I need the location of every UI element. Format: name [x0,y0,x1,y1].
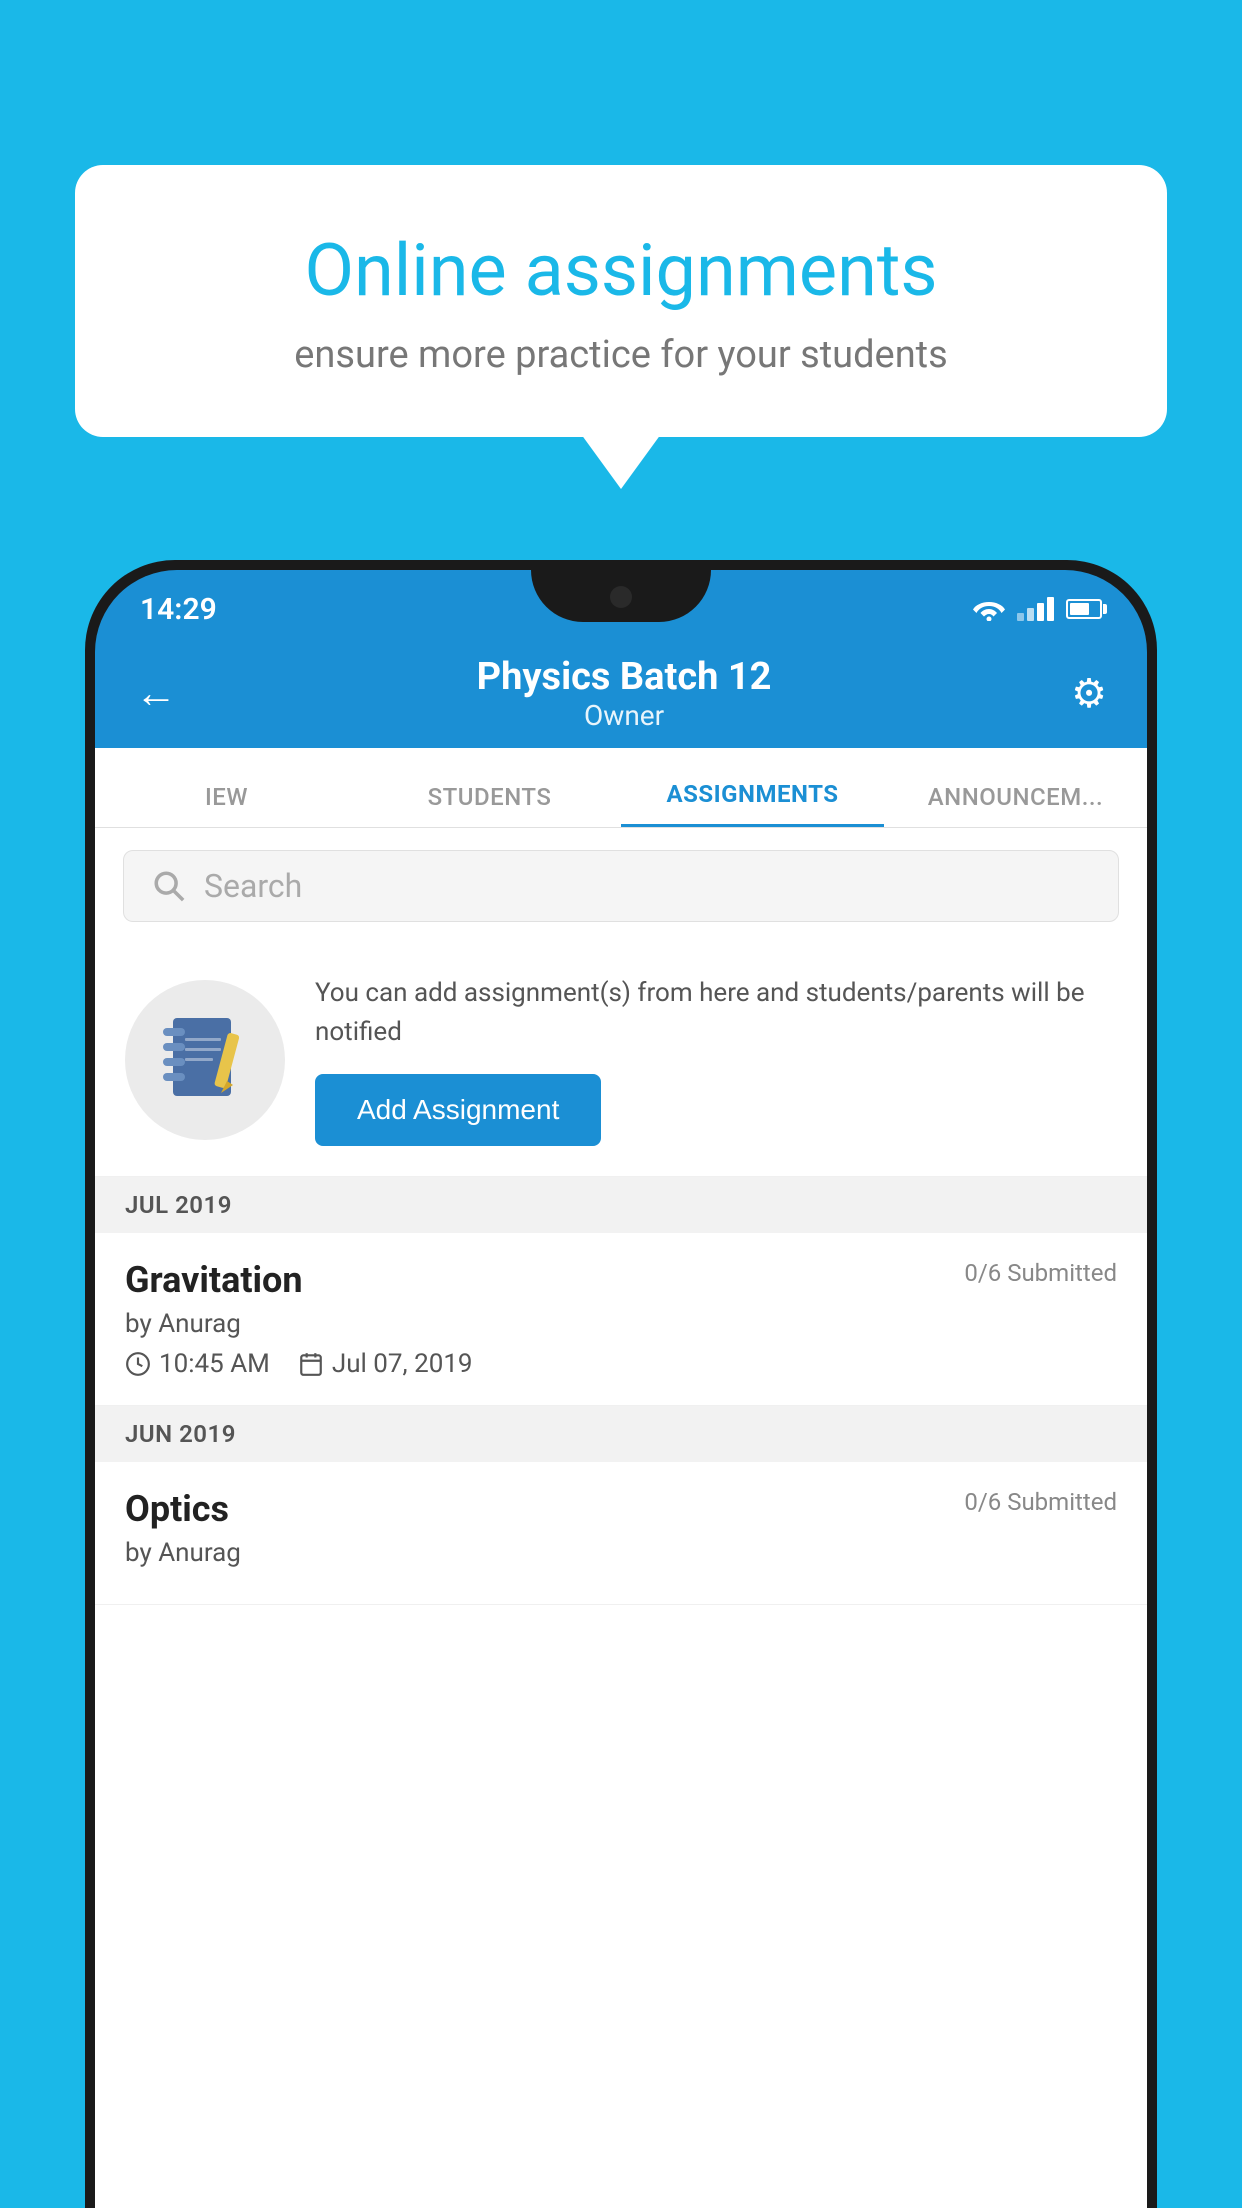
notebook-icon-circle [125,980,285,1140]
tab-students[interactable]: STUDENTS [358,783,621,827]
assignment-by-optics: by Anurag [125,1538,1117,1568]
back-button[interactable]: ← [135,669,177,718]
notch [531,570,711,622]
info-section: You can add assignment(s) from here and … [95,944,1147,1177]
assignment-name-gravitation: Gravitation [125,1259,303,1301]
meta-date-gravitation: Jul 07, 2019 [298,1349,473,1379]
phone-inner: 14:29 [95,570,1147,2208]
search-placeholder: Search [204,867,302,905]
screen-content: Search [95,828,1147,2208]
wifi-icon [973,597,1005,621]
tab-announcements[interactable]: ANNOUNCEM... [884,783,1147,827]
clock-icon [125,1351,151,1377]
assignment-meta-gravitation: 10:45 AM Jul 07, 2019 [125,1349,1117,1379]
assignment-row-optics: Optics 0/6 Submitted [125,1488,1117,1530]
header-title: Physics Batch 12 [477,655,772,699]
assignment-submitted-optics: 0/6 Submitted [964,1488,1117,1516]
battery-icon [1066,599,1102,619]
tab-assignments[interactable]: ASSIGNMENTS [621,780,884,827]
assignment-row: Gravitation 0/6 Submitted [125,1259,1117,1301]
section-header-jun2019: JUN 2019 [95,1406,1147,1462]
promo-subtitle: ensure more practice for your students [145,333,1097,377]
status-time: 14:29 [140,592,217,627]
signal-icon [1017,597,1054,621]
meta-time-gravitation: 10:45 AM [125,1349,270,1379]
assignment-item-optics[interactable]: Optics 0/6 Submitted by Anurag [95,1462,1147,1605]
notebook-icon [163,1013,248,1108]
header-center: Physics Batch 12 Owner [477,655,772,732]
assignment-item-gravitation[interactable]: Gravitation 0/6 Submitted by Anurag 10:4… [95,1233,1147,1406]
section-header-jul2019: JUL 2019 [95,1177,1147,1233]
header-subtitle: Owner [477,699,772,732]
phone-frame: 14:29 [85,560,1157,2208]
tab-bar: IEW STUDENTS ASSIGNMENTS ANNOUNCEM... [95,748,1147,828]
info-description: You can add assignment(s) from here and … [315,974,1117,1052]
assignment-by-gravitation: by Anurag [125,1309,1117,1339]
calendar-icon [298,1351,324,1377]
assignment-name-optics: Optics [125,1488,229,1530]
camera [610,586,632,608]
assignment-time-gravitation: 10:45 AM [159,1349,270,1379]
info-text: You can add assignment(s) from here and … [315,974,1117,1146]
settings-icon[interactable]: ⚙ [1071,670,1107,717]
promo-card: Online assignments ensure more practice … [75,165,1167,437]
search-bar[interactable]: Search [123,850,1119,922]
search-icon [152,869,186,903]
tab-iew[interactable]: IEW [95,783,358,827]
app-header: ← Physics Batch 12 Owner ⚙ [95,638,1147,748]
add-assignment-button[interactable]: Add Assignment [315,1074,601,1146]
status-icons [973,597,1102,621]
assignment-date-gravitation: Jul 07, 2019 [332,1349,473,1379]
promo-title: Online assignments [145,230,1097,313]
assignment-submitted-gravitation: 0/6 Submitted [964,1259,1117,1287]
